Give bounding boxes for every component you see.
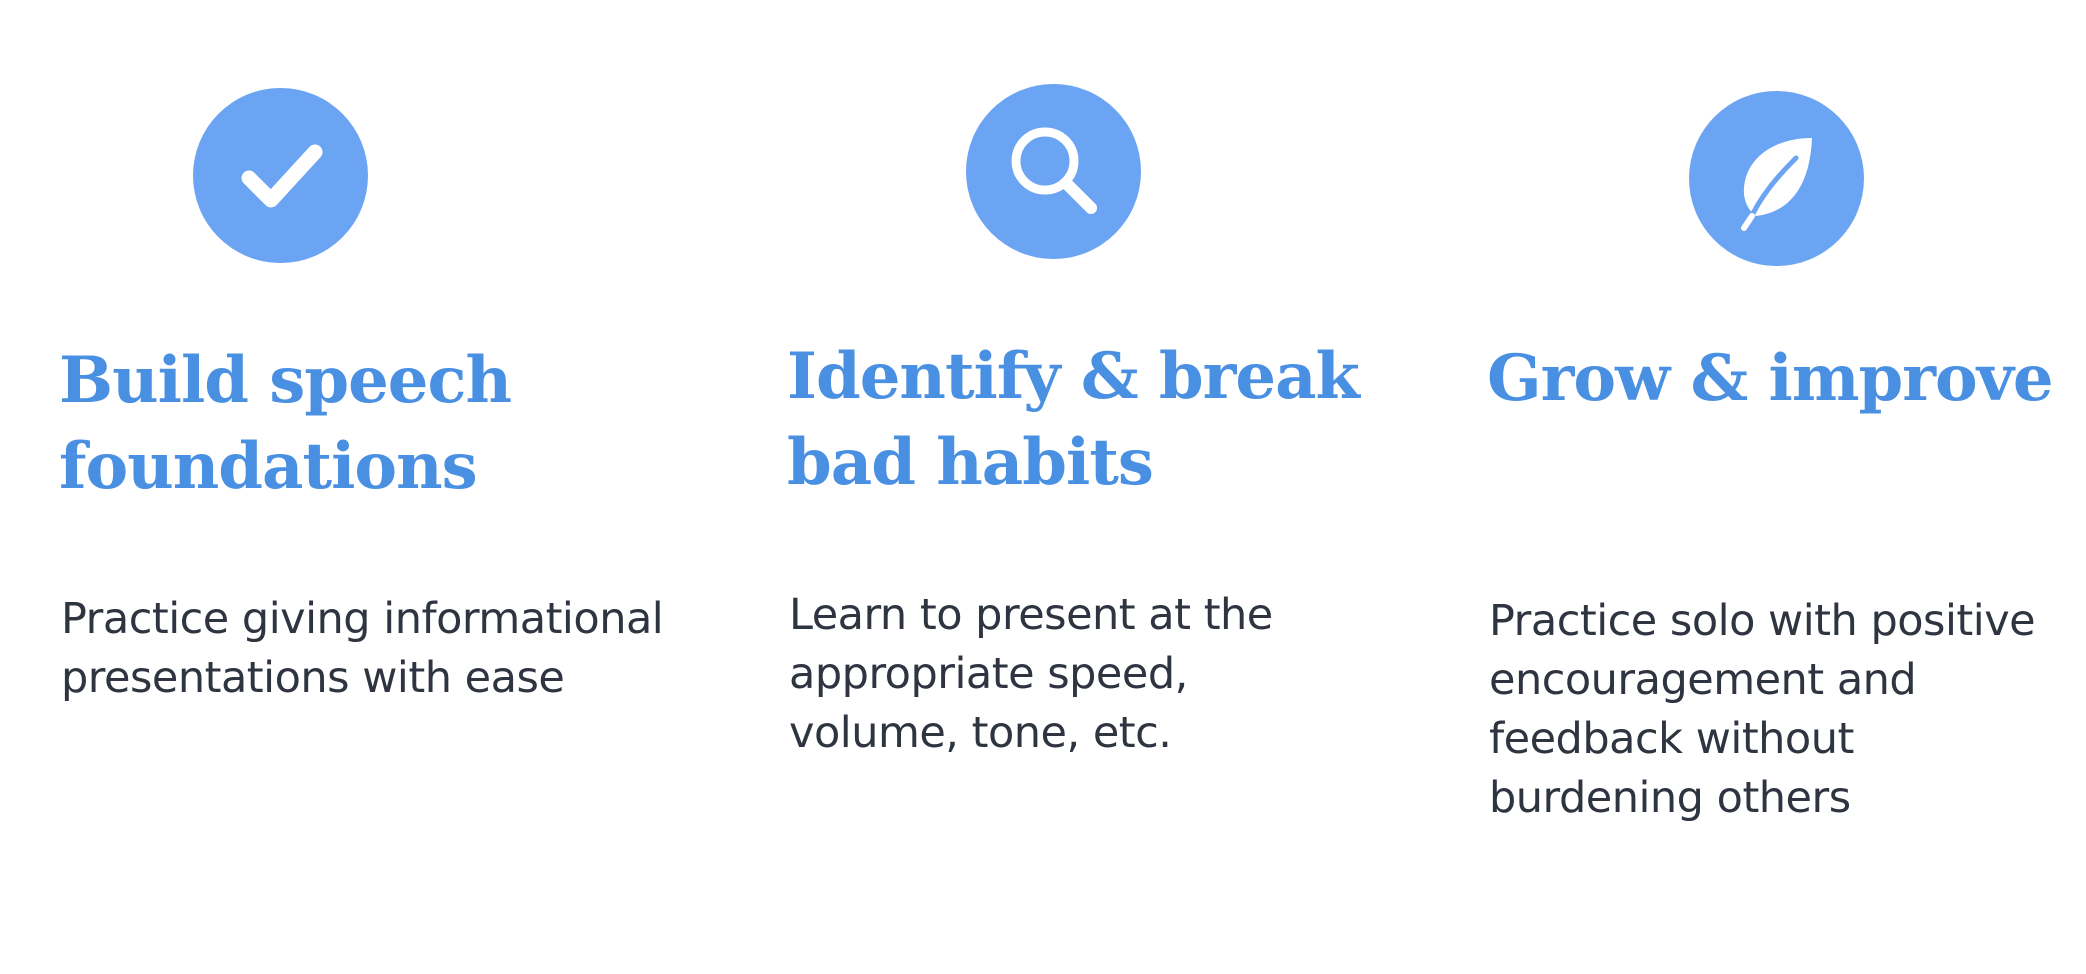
feature-title: Identify & break bad habits [787, 334, 1360, 506]
feature-title-line: foundations [59, 429, 478, 504]
leaf-icon [1740, 137, 1812, 231]
feature-title: Grow & improve [1487, 336, 2054, 422]
feature-title-line: Grow & improve [1487, 341, 2054, 416]
magnifying-glass-icon-badge [966, 84, 1141, 259]
features-section: Build speech foundations Practice giving… [0, 0, 2086, 974]
feature-description: Learn to present at the appropriate spee… [789, 590, 1273, 758]
feature-title: Build speech foundations [59, 338, 512, 510]
checkmark-icon-badge [193, 88, 368, 263]
feature-title-line: Build speech [59, 343, 512, 418]
feature-title-line: bad habits [787, 425, 1154, 500]
feature-description: Practice solo with positive encouragemen… [1489, 596, 2036, 823]
leaf-icon-badge [1689, 91, 1864, 266]
feature-title-line: Identify & break [787, 339, 1360, 414]
checkmark-icon [241, 144, 322, 207]
feature-description: Practice giving informational presentati… [61, 594, 664, 703]
magnifying-glass-icon [1011, 127, 1097, 214]
